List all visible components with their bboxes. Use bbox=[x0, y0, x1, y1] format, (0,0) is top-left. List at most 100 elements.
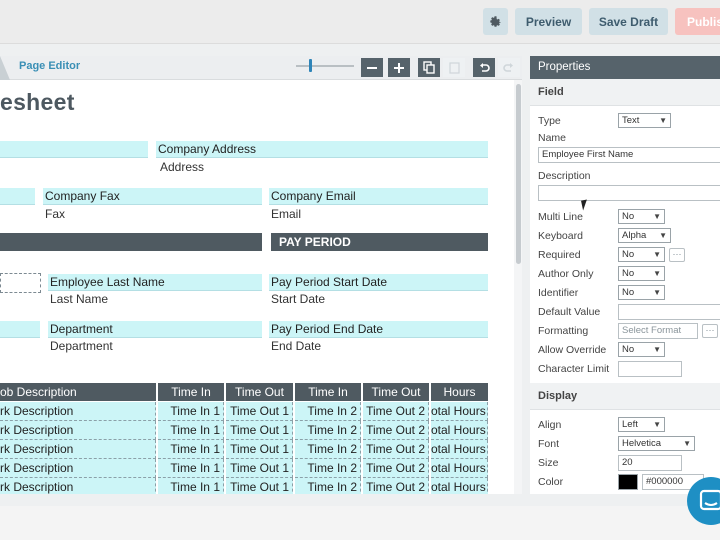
form-canvas: esheet Company Address Address Company F… bbox=[0, 80, 514, 494]
type-select[interactable]: Text ▼ bbox=[618, 113, 671, 128]
preview-button[interactable]: Preview bbox=[515, 8, 582, 35]
table-cell[interactable]: Time Out 2 bbox=[363, 440, 429, 459]
default-value-label: Default Value bbox=[538, 306, 601, 318]
display-section-header: Display bbox=[530, 383, 720, 410]
allow-override-select[interactable]: No ▼ bbox=[618, 342, 665, 357]
color-swatch[interactable] bbox=[618, 474, 638, 490]
undo-button[interactable] bbox=[473, 58, 495, 77]
chat-launcher-button[interactable] bbox=[687, 477, 720, 525]
table-cell[interactable]: Time In 2 bbox=[295, 459, 361, 478]
table-header-job-description: ob Description bbox=[0, 383, 156, 401]
zoom-in-button[interactable] bbox=[388, 58, 410, 77]
table-cell[interactable]: Time In 1 bbox=[158, 459, 224, 478]
tab-notch bbox=[0, 56, 10, 80]
identifier-select[interactable]: No ▼ bbox=[618, 285, 665, 300]
table-cell[interactable]: Time Out 2 bbox=[363, 459, 429, 478]
font-label: Font bbox=[538, 438, 560, 450]
field-pay-period-start[interactable]: Pay Period Start Date bbox=[269, 274, 488, 291]
field-pay-period-start-sub: Start Date bbox=[271, 292, 326, 306]
field-company-address[interactable]: Company Address bbox=[156, 141, 488, 158]
zoom-out-button[interactable] bbox=[361, 58, 383, 77]
field-partial-left-2[interactable] bbox=[0, 188, 35, 205]
multiline-select[interactable]: No ▼ bbox=[618, 209, 665, 224]
table-cell[interactable]: Time In 2 bbox=[295, 421, 361, 440]
table-cell[interactable]: Time Out 2 bbox=[363, 402, 429, 421]
table-cell[interactable]: Time In 2 bbox=[295, 402, 361, 421]
field-department[interactable]: Department bbox=[48, 321, 262, 338]
field-company-email-sub: Email bbox=[271, 207, 302, 221]
chevron-down-icon: ▼ bbox=[653, 269, 661, 278]
size-input[interactable]: 20 bbox=[618, 455, 682, 471]
chevron-down-icon: ▼ bbox=[653, 420, 661, 429]
chevron-down-icon: ▼ bbox=[653, 250, 661, 259]
font-select[interactable]: Helvetica ▼ bbox=[618, 436, 695, 451]
char-limit-label: Character Limit bbox=[538, 363, 610, 375]
table-cell[interactable]: rk Description bbox=[0, 440, 156, 459]
author-only-select[interactable]: No ▼ bbox=[618, 266, 665, 281]
undo-icon bbox=[480, 62, 490, 72]
editor-scrollbar-thumb[interactable] bbox=[516, 84, 521, 264]
table-cell[interactable]: Time Out 1 bbox=[226, 478, 293, 494]
author-only-label: Author Only bbox=[538, 268, 594, 280]
color-label: Color bbox=[538, 476, 564, 488]
redo-button[interactable] bbox=[498, 58, 520, 77]
table-cell[interactable]: otal Hours bbox=[431, 402, 488, 421]
table-cell[interactable]: otal Hours bbox=[431, 440, 488, 459]
table-cell[interactable]: otal Hours bbox=[431, 459, 488, 478]
settings-button[interactable] bbox=[483, 8, 508, 35]
table-cell[interactable]: Time Out 2 bbox=[363, 421, 429, 440]
field-partial-left-3[interactable] bbox=[0, 321, 40, 338]
chevron-down-icon: ▼ bbox=[653, 288, 661, 297]
table-cell[interactable]: Time In 1 bbox=[158, 478, 224, 494]
align-label: Align bbox=[538, 419, 562, 431]
field-company-address-sub: Address bbox=[160, 160, 205, 174]
table-cell[interactable]: otal Hours bbox=[431, 478, 488, 494]
field-employee-last-name-sub: Last Name bbox=[50, 292, 109, 306]
table-cell[interactable]: Time Out 1 bbox=[226, 440, 293, 459]
table-cell[interactable]: Time In 2 bbox=[295, 440, 361, 459]
formatting-more-button[interactable]: ··· bbox=[702, 324, 718, 338]
required-select-value: No bbox=[622, 249, 635, 260]
table-cell[interactable]: Time Out 1 bbox=[226, 459, 293, 478]
save-draft-button[interactable]: Save Draft bbox=[589, 8, 668, 35]
bottom-bar bbox=[0, 506, 720, 540]
properties-panel: Properties Field Type Text ▼ Name Employe… bbox=[530, 56, 720, 494]
table-header-time-out-1: Time Out bbox=[226, 383, 293, 401]
field-partial-left-1[interactable] bbox=[0, 141, 148, 158]
description-input[interactable] bbox=[538, 185, 720, 201]
field-company-email[interactable]: Company Email bbox=[269, 188, 488, 205]
paste-button[interactable] bbox=[443, 58, 465, 77]
char-limit-input[interactable] bbox=[618, 361, 682, 377]
zoom-slider[interactable] bbox=[296, 65, 354, 67]
table-cell[interactable]: rk Description bbox=[0, 459, 156, 478]
field-company-fax[interactable]: Company Fax bbox=[43, 188, 262, 205]
publish-button[interactable]: Publis bbox=[675, 8, 720, 35]
copy-button[interactable] bbox=[418, 58, 440, 77]
align-select[interactable]: Left ▼ bbox=[618, 417, 665, 432]
chevron-down-icon: ▼ bbox=[683, 439, 691, 448]
formatting-select[interactable]: Select Format bbox=[618, 323, 698, 339]
table-cell[interactable]: Time In 1 bbox=[158, 421, 224, 440]
required-select[interactable]: No ▼ bbox=[618, 247, 665, 262]
field-employee-last-name[interactable]: Employee Last Name bbox=[48, 274, 262, 291]
table-cell[interactable]: otal Hours bbox=[431, 421, 488, 440]
table-cell[interactable]: Time In 1 bbox=[158, 440, 224, 459]
keyboard-select[interactable]: Alpha ▼ bbox=[618, 228, 671, 243]
table-cell[interactable]: rk Description bbox=[0, 478, 156, 494]
name-input[interactable]: Employee First Name bbox=[538, 147, 720, 163]
zoom-slider-handle[interactable] bbox=[309, 59, 312, 72]
table-cell[interactable]: rk Description bbox=[0, 402, 156, 421]
table-cell[interactable]: rk Description bbox=[0, 421, 156, 440]
table-cell[interactable]: Time In 2 bbox=[295, 478, 361, 494]
required-more-button[interactable]: ··· bbox=[669, 248, 685, 262]
tab-page-editor[interactable]: Page Editor bbox=[19, 60, 80, 72]
field-employee-first-name-selected[interactable] bbox=[0, 273, 41, 293]
default-value-input[interactable] bbox=[618, 304, 720, 320]
table-header-hours: Hours bbox=[431, 383, 488, 401]
table-cell[interactable]: Time Out 1 bbox=[226, 402, 293, 421]
editor-scrollbar[interactable] bbox=[514, 80, 522, 494]
table-cell[interactable]: Time Out 2 bbox=[363, 478, 429, 494]
field-pay-period-end[interactable]: Pay Period End Date bbox=[269, 321, 488, 338]
table-cell[interactable]: Time In 1 bbox=[158, 402, 224, 421]
table-cell[interactable]: Time Out 1 bbox=[226, 421, 293, 440]
